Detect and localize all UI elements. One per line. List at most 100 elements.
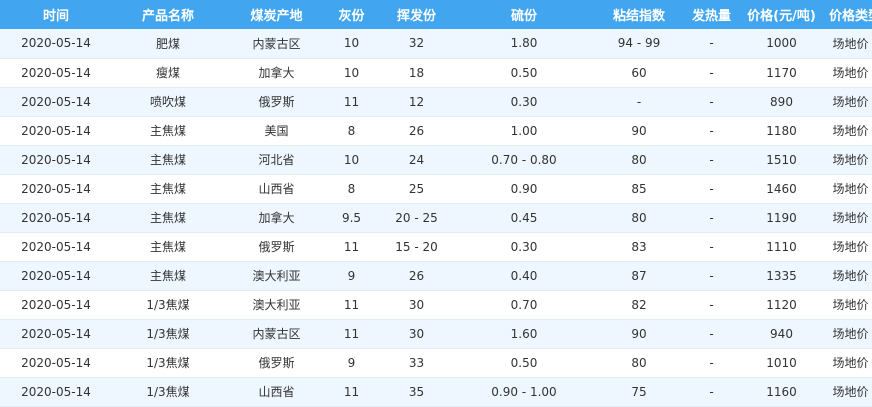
caking-index-cell: 90 bbox=[631, 326, 647, 341]
price-type-cell: 场地价 bbox=[832, 385, 869, 399]
volatile-cell: 35 bbox=[408, 384, 425, 399]
price-cell: 1460 bbox=[766, 181, 797, 196]
caking-index-cell: 82 bbox=[631, 297, 647, 312]
origin-cell: 俄罗斯 bbox=[258, 240, 295, 254]
table-row: 2020-05-14 肥煤 内蒙古区 10 32 1.80 94 - 99 - 1000 场地价 bbox=[0, 29, 872, 58]
time-cell: 2020-05-14 bbox=[21, 239, 91, 254]
time-cell: 2020-05-14 bbox=[21, 326, 91, 341]
origin-cell: 俄罗斯 bbox=[258, 95, 295, 109]
col-header-ash: 灰份 bbox=[338, 9, 365, 24]
product-cell: 瘦煤 bbox=[155, 66, 180, 80]
table-row: 2020-05-14 主焦煤 山西省 8 25 0.90 85 - 1460 场地价 bbox=[0, 174, 872, 203]
col-header-price: 价格(元/吨) bbox=[747, 9, 816, 24]
volatile-cell: 12 bbox=[408, 94, 425, 109]
calorific-cell: - bbox=[709, 355, 714, 370]
ash-cell: 11 bbox=[343, 297, 360, 312]
sulfur-cell: 0.70 bbox=[510, 297, 538, 312]
price-cell: 1160 bbox=[766, 384, 797, 399]
product-cell: 主焦煤 bbox=[149, 153, 186, 167]
volatile-cell: 20 - 25 bbox=[395, 210, 438, 225]
calorific-cell: - bbox=[709, 297, 714, 312]
table-row: 2020-05-14 主焦煤 美国 8 26 1.00 90 - 1180 场地价 bbox=[0, 116, 872, 145]
volatile-cell: 26 bbox=[408, 123, 425, 138]
price-type-cell: 场地价 bbox=[832, 36, 869, 51]
sulfur-cell: 0.50 bbox=[510, 65, 538, 80]
sulfur-cell: 0.30 bbox=[510, 239, 538, 254]
caking-index-cell: 83 bbox=[631, 239, 647, 254]
col-header-time: 时间 bbox=[42, 9, 69, 24]
price-type-cell: 场地价 bbox=[832, 240, 869, 254]
origin-cell: 山西省 bbox=[258, 385, 295, 399]
origin-cell: 内蒙古区 bbox=[252, 327, 301, 341]
origin-cell: 俄罗斯 bbox=[258, 356, 295, 370]
table-row: 2020-05-14 1/3焦煤 澳大利亚 11 30 0.70 82 - 1120 场地价 bbox=[0, 290, 872, 319]
coal-price-table: 时间 产品名称 煤炭产地 灰份 挥发份 硫份 粘结指数 发热量 价格(元/吨) … bbox=[0, 0, 872, 407]
table-row: 2020-05-14 瘦煤 加拿大 10 18 0.50 60 - 1170 场地价 bbox=[0, 58, 872, 87]
caking-index-cell: - bbox=[636, 94, 642, 109]
sulfur-cell: 0.50 bbox=[510, 355, 538, 370]
caking-index-cell: 90 bbox=[631, 123, 647, 138]
sulfur-cell: 1.60 bbox=[510, 326, 538, 341]
ash-cell: 9.5 bbox=[341, 210, 362, 225]
calorific-cell: - bbox=[709, 181, 714, 196]
volatile-cell: 33 bbox=[408, 355, 425, 370]
product-cell: 主焦煤 bbox=[149, 182, 186, 196]
caking-index-cell: 85 bbox=[631, 181, 647, 196]
col-header-caking-index: 粘结指数 bbox=[612, 9, 665, 24]
price-type-cell: 场地价 bbox=[832, 124, 869, 138]
sulfur-cell: 0.90 - 1.00 bbox=[491, 384, 557, 399]
price-cell: 1110 bbox=[766, 239, 797, 254]
ash-cell: 8 bbox=[347, 123, 356, 138]
volatile-cell: 18 bbox=[408, 65, 425, 80]
ash-cell: 11 bbox=[343, 384, 360, 399]
origin-cell: 加拿大 bbox=[258, 66, 295, 80]
time-cell: 2020-05-14 bbox=[21, 36, 91, 51]
table-row: 2020-05-14 主焦煤 澳大利亚 9 26 0.40 87 - 1335 场地价 bbox=[0, 261, 872, 290]
table-body: 2020-05-14 肥煤 内蒙古区 10 32 1.80 94 - 99-1000 场地价 2… bbox=[0, 29, 872, 406]
sulfur-cell: 0.30 bbox=[510, 94, 538, 109]
time-cell: 2020-05-14 bbox=[21, 268, 91, 283]
product-cell: 主焦煤 bbox=[149, 124, 186, 138]
table-header-row: 时间 产品名称 煤炭产地 灰份 挥发份 硫份 粘结指数 发热量 价格(元/吨) … bbox=[0, 0, 872, 29]
price-type-cell: 场地价 bbox=[832, 269, 869, 283]
caking-index-cell: 80 bbox=[631, 152, 647, 167]
sulfur-cell: 1.00 bbox=[510, 123, 538, 138]
price-cell: 890 bbox=[770, 94, 793, 109]
product-cell: 1/3焦煤 bbox=[146, 385, 190, 399]
table-row: 2020-05-14 主焦煤 河北省 10 24 0.70 - 0.80 80 - 1510 场地… bbox=[0, 145, 872, 174]
origin-cell: 澳大利亚 bbox=[252, 298, 301, 312]
origin-cell: 美国 bbox=[264, 124, 289, 138]
table-row: 2020-05-14 1/3焦煤 俄罗斯 9 33 0.50 80 - 1010 场地价 bbox=[0, 348, 872, 377]
col-header-origin: 煤炭产地 bbox=[250, 9, 303, 24]
origin-cell: 河北省 bbox=[258, 153, 295, 167]
time-cell: 2020-05-14 bbox=[21, 123, 91, 138]
ash-cell: 9 bbox=[347, 355, 356, 370]
ash-cell: 10 bbox=[343, 152, 360, 167]
time-cell: 2020-05-14 bbox=[21, 152, 91, 167]
caking-index-cell: 80 bbox=[631, 355, 647, 370]
time-cell: 2020-05-14 bbox=[21, 181, 91, 196]
caking-index-cell: 80 bbox=[631, 210, 647, 225]
product-cell: 喷吹煤 bbox=[149, 95, 186, 109]
table-row: 2020-05-14 喷吹煤 俄罗斯 11 12 0.30 - - 890 场地价 bbox=[0, 87, 872, 116]
calorific-cell: - bbox=[709, 152, 714, 167]
sulfur-cell: 0.45 bbox=[510, 210, 538, 225]
origin-cell: 加拿大 bbox=[258, 211, 295, 225]
ash-cell: 11 bbox=[343, 94, 360, 109]
product-cell: 主焦煤 bbox=[149, 211, 186, 225]
volatile-cell: 15 - 20 bbox=[395, 239, 438, 254]
price-cell: 1120 bbox=[766, 297, 797, 312]
ash-cell: 10 bbox=[343, 65, 360, 80]
sulfur-cell: 1.80 bbox=[510, 36, 538, 51]
product-cell: 1/3焦煤 bbox=[146, 298, 190, 312]
calorific-cell: - bbox=[709, 123, 714, 138]
product-cell: 1/3焦煤 bbox=[146, 356, 190, 370]
calorific-cell: - bbox=[709, 239, 714, 254]
origin-cell: 山西省 bbox=[258, 182, 295, 196]
origin-cell: 澳大利亚 bbox=[252, 269, 301, 283]
time-cell: 2020-05-14 bbox=[21, 384, 91, 399]
sulfur-cell: 0.70 - 0.80 bbox=[491, 152, 557, 167]
price-type-cell: 场地价 bbox=[832, 153, 869, 167]
calorific-cell: - bbox=[709, 384, 714, 399]
sulfur-cell: 0.90 bbox=[510, 181, 538, 196]
